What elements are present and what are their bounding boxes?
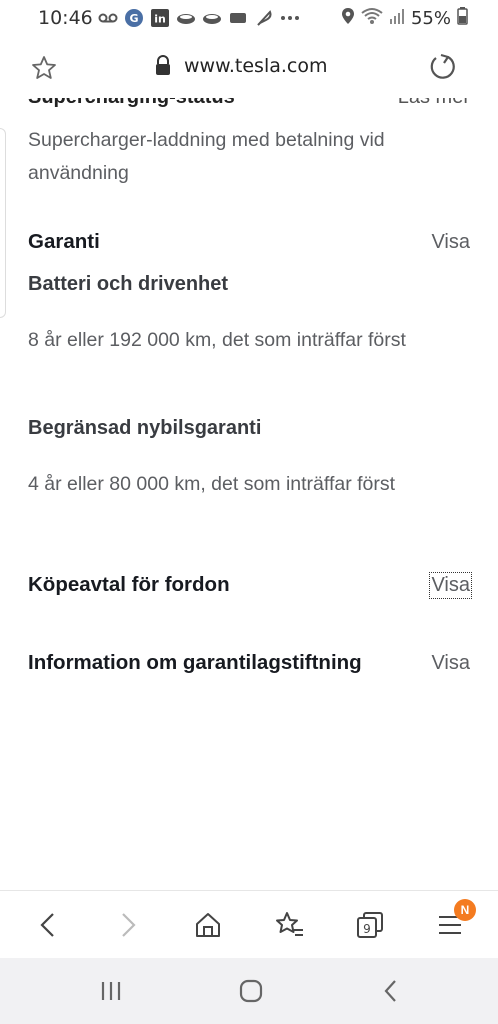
tab-count: 9 (363, 922, 371, 936)
garanti-visa-link[interactable]: Visa (431, 231, 470, 254)
side-panel-handle[interactable] (0, 128, 6, 318)
cloud-icon (202, 9, 222, 27)
linkedin-icon: in (150, 9, 170, 27)
page-content: Supercharging-status Läs mer Supercharge… (0, 98, 498, 890)
g-app-icon: G (124, 9, 144, 27)
reload-icon[interactable] (428, 52, 458, 82)
status-bar: 10:46 G in 55% (0, 0, 498, 36)
cloud-icon (176, 9, 196, 27)
video-icon (228, 9, 248, 27)
purchase-agreement-row: Köpeavtal för fordon Visa (28, 572, 472, 599)
svg-text:G: G (129, 12, 138, 25)
battery-drive-unit-text: 8 år eller 192 000 km, det som inträffar… (28, 329, 406, 351)
bookmark-star-icon[interactable] (30, 54, 58, 82)
bookmarks-icon[interactable] (272, 907, 308, 943)
back-icon[interactable] (30, 907, 66, 943)
forward-icon[interactable] (110, 907, 146, 943)
garanti-title: Garanti (28, 230, 100, 253)
wifi-icon (361, 7, 383, 30)
supercharging-title: Supercharging-status (28, 98, 235, 110)
browser-toolbar: 9 N (0, 890, 498, 958)
warranty-legislation-title: Information om garantilagstiftning (28, 651, 362, 674)
location-icon (341, 7, 355, 30)
address-bar: www.tesla.com (0, 36, 498, 98)
warranty-legislation-row: Information om garantilagstiftning Visa (28, 651, 470, 675)
notification-icons: G in (98, 9, 300, 27)
supercharging-text: Supercharger-laddning med betalning vid … (28, 129, 385, 184)
warranty-legislation-visa-link[interactable]: Visa (431, 652, 470, 675)
url-text: www.tesla.com (184, 55, 328, 77)
garanti-row: Garanti Visa (28, 230, 470, 254)
back-nav-icon[interactable] (376, 976, 406, 1006)
purchase-agreement-visa-link[interactable]: Visa (429, 572, 472, 599)
url-field[interactable]: www.tesla.com (154, 55, 328, 77)
recent-apps-icon[interactable] (96, 976, 126, 1006)
tabs-button[interactable]: 9 (352, 907, 388, 943)
supercharging-read-more-link[interactable]: Läs mer (398, 98, 470, 110)
home-icon[interactable] (190, 907, 226, 943)
battery-drive-unit-heading: Batteri och drivenhet (28, 273, 229, 295)
menu-notification-badge: N (454, 899, 476, 921)
status-time: 10:46 (38, 7, 93, 29)
signal-icon (389, 7, 405, 30)
supercharging-row: Supercharging-status Läs mer (28, 98, 470, 110)
battery-percent: 55% (410, 8, 451, 29)
feather-icon (254, 9, 274, 27)
home-nav-icon[interactable] (236, 976, 266, 1006)
svg-text:in: in (154, 13, 166, 26)
system-status: 55% (341, 7, 468, 30)
new-car-warranty-heading: Begränsad nybilsgaranti (28, 417, 262, 439)
voicemail-icon (98, 9, 118, 27)
new-car-warranty-text: 4 år eller 80 000 km, det som inträffar … (28, 473, 396, 495)
lock-icon (154, 55, 174, 77)
purchase-agreement-title: Köpeavtal för fordon (28, 573, 230, 596)
system-nav-bar (0, 958, 498, 1024)
battery-icon (457, 7, 468, 30)
menu-button[interactable]: N (432, 899, 476, 943)
more-dots-icon (280, 9, 300, 27)
